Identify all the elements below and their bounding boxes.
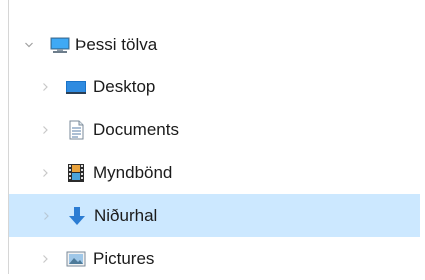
tree-item-label: Þessi tölva — [75, 34, 158, 54]
tree-item-videos[interactable]: Myndbönd — [9, 151, 420, 194]
tree-item-desktop[interactable]: Desktop — [9, 65, 420, 108]
desktop-folder-icon — [65, 77, 87, 97]
chevron-right-icon[interactable] — [39, 81, 51, 93]
tree-item-this-pc[interactable]: Þessi tölva — [9, 24, 420, 65]
downloads-folder-icon — [66, 206, 88, 226]
tree-item-label: Myndbönd — [93, 162, 173, 182]
chevron-down-icon[interactable] — [23, 39, 35, 51]
tree-item-downloads[interactable]: Niðurhal — [9, 194, 420, 237]
pictures-folder-icon — [65, 249, 87, 269]
chevron-right-icon[interactable] — [39, 253, 51, 265]
computer-icon — [49, 35, 71, 55]
tree-item-label: Niðurhal — [94, 205, 158, 225]
chevron-right-icon[interactable] — [40, 210, 52, 222]
chevron-right-icon[interactable] — [39, 124, 51, 136]
documents-folder-icon — [65, 120, 87, 140]
tree-item-label: Documents — [93, 119, 179, 139]
videos-folder-icon — [65, 163, 87, 183]
navigation-tree: Þessi tölva Desktop Documents Myndbönd N… — [9, 24, 420, 280]
tree-item-label: Desktop — [93, 76, 156, 96]
tree-item-label: Pictures — [93, 248, 155, 268]
chevron-right-icon[interactable] — [39, 167, 51, 179]
tree-item-documents[interactable]: Documents — [9, 108, 420, 151]
